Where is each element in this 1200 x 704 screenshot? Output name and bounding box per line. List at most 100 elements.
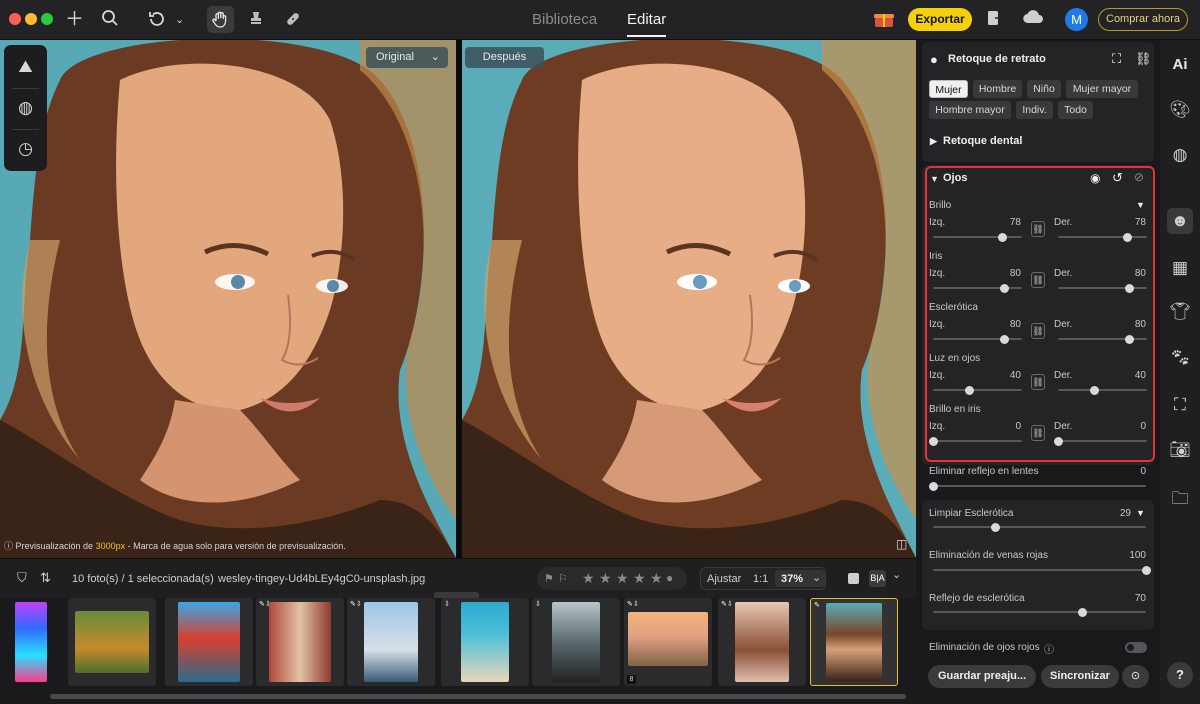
- hand-tool-button[interactable]: [207, 6, 234, 33]
- minimize-window-button[interactable]: [25, 13, 37, 25]
- zoom-value: 37%: [781, 573, 804, 585]
- chip-hombre-mayor[interactable]: Hombre mayor: [929, 101, 1011, 119]
- chevron-down-icon[interactable]: ⌄: [175, 9, 184, 31]
- palette-icon[interactable]: 🎨︎: [1160, 100, 1200, 120]
- glare-label: Eliminar reflejo en lentes: [929, 466, 1039, 477]
- help-circle-icon[interactable]: ⓘ: [1044, 641, 1054, 656]
- link-icon[interactable]: ⛓: [1135, 51, 1152, 67]
- cloud-icon[interactable]: [1022, 9, 1044, 31]
- bandage-icon[interactable]: [283, 9, 303, 35]
- chip-mujer-mayor[interactable]: Mujer mayor: [1066, 80, 1138, 98]
- edited-badge-icon: ✎⇩: [721, 601, 733, 608]
- buy-now-button[interactable]: Comprar ahora: [1098, 8, 1188, 31]
- glare-slider[interactable]: [933, 485, 1146, 487]
- after-label: Después: [465, 47, 544, 68]
- red-veins-value: 100: [1129, 550, 1146, 561]
- view-mode-dropdown[interactable]: Original ⌄: [366, 47, 448, 68]
- before-after-view-icon[interactable]: B|A: [869, 570, 886, 587]
- single-view-icon[interactable]: [848, 573, 859, 584]
- star-3[interactable]: ★: [616, 570, 629, 587]
- export-window-icon[interactable]: [986, 9, 1004, 33]
- texture-icon[interactable]: ◍: [1160, 145, 1200, 165]
- thumbnail-2[interactable]: [68, 598, 156, 686]
- red-eye-toggle[interactable]: [1125, 642, 1147, 653]
- thumbnail-1[interactable]: [0, 598, 48, 686]
- star-1[interactable]: ★: [582, 570, 595, 587]
- thumbnail-9[interactable]: ✎⇩: [718, 598, 806, 686]
- history-clock-icon[interactable]: ◷: [4, 129, 47, 169]
- after-image: Después ◫: [462, 40, 916, 558]
- zoom-window-button[interactable]: [41, 13, 53, 25]
- shirt-icon[interactable]: 👕︎: [1160, 302, 1200, 322]
- sclera-reflection-label: Reflejo de esclerótica: [929, 593, 1025, 604]
- sclera-dropdown-icon[interactable]: ▼: [1136, 508, 1145, 518]
- help-button[interactable]: ?: [1167, 662, 1193, 688]
- portrait-tool-icon[interactable]: ☻: [1167, 208, 1193, 234]
- camera-icon[interactable]: 📷︎: [1160, 440, 1200, 460]
- ai-tools-icon[interactable]: Ai: [1160, 56, 1200, 73]
- sort-icon[interactable]: ⇅: [40, 570, 51, 586]
- dental-section[interactable]: Retoque dental: [943, 135, 1022, 147]
- plus-icon[interactable]: ＋: [65, 9, 84, 31]
- close-window-button[interactable]: [9, 13, 21, 25]
- chip-hombre[interactable]: Hombre: [973, 80, 1022, 98]
- save-preset-button[interactable]: Guardar preaju...: [928, 665, 1036, 688]
- glare-slider-knob[interactable]: [929, 482, 938, 491]
- chevron-down-icon: ⌄: [812, 572, 822, 584]
- gift-icon[interactable]: [873, 9, 895, 35]
- crop-icon[interactable]: ⛶: [1160, 395, 1200, 415]
- star-5[interactable]: ★: [650, 570, 663, 587]
- sclera-clean-knob[interactable]: [990, 523, 1000, 532]
- thumbnail-3[interactable]: [165, 598, 253, 686]
- star-4[interactable]: ★: [633, 570, 646, 587]
- face-detect-icon[interactable]: ⛶: [1112, 51, 1121, 67]
- red-veins-knob[interactable]: [1142, 566, 1151, 575]
- sclera-reflection-slider[interactable]: [933, 611, 1146, 613]
- filter-icon[interactable]: ⛉: [17, 570, 27, 586]
- chip-nino[interactable]: Niño: [1027, 80, 1061, 98]
- reject-flag-icon[interactable]: ⚐: [558, 572, 568, 585]
- color-label-icon[interactable]: ●: [666, 571, 673, 585]
- original-image: Original ⌄: [0, 40, 456, 558]
- export-button[interactable]: Exportar: [908, 8, 972, 31]
- stamp-icon[interactable]: [246, 9, 266, 35]
- landscape-tool-icon[interactable]: ⛰: [4, 47, 47, 87]
- paw-icon[interactable]: 🐾︎: [1160, 348, 1200, 368]
- thumbnail-5[interactable]: ✎⇩: [347, 598, 435, 686]
- chip-indiv[interactable]: Indiv.: [1016, 101, 1053, 119]
- background-tool-icon[interactable]: ▦: [1160, 258, 1200, 278]
- one-to-one-button[interactable]: 1:1: [753, 573, 768, 585]
- tab-edit[interactable]: Editar: [627, 11, 667, 37]
- chip-todo[interactable]: Todo: [1058, 101, 1093, 119]
- thumbnail-4[interactable]: ✎⇩: [256, 598, 344, 686]
- chip-mujer[interactable]: Mujer: [929, 80, 968, 98]
- split-view-icon[interactable]: ◫: [896, 537, 907, 551]
- image-canvas[interactable]: Original ⌄ Después ◫ ⛰ ◍ ◷ ⓘ Previsualiz…: [0, 40, 916, 558]
- filmstrip: ✎⇩ ✎⇩ ⇩ ⇩ ✎⇩ 8 ✎⇩ ✎: [0, 592, 916, 704]
- filmstrip-scrollbar[interactable]: [50, 694, 906, 699]
- red-eye-label: Eliminación de ojos rojos: [929, 642, 1040, 653]
- sync-settings-icon[interactable]: ⊙: [1122, 665, 1149, 688]
- search-icon[interactable]: [101, 9, 119, 33]
- chevron-down-icon[interactable]: ⌄: [892, 568, 901, 581]
- folder-search-icon[interactable]: 🗀: [1160, 486, 1200, 515]
- original-label: Original: [376, 51, 414, 63]
- thumbnail-8[interactable]: ✎⇩ 8: [624, 598, 712, 686]
- sync-button[interactable]: Sincronizar: [1041, 665, 1119, 688]
- tab-library[interactable]: Biblioteca: [532, 11, 597, 28]
- sclera-clean-value: 29: [1119, 508, 1131, 519]
- star-2[interactable]: ★: [599, 570, 612, 587]
- thumbnail-7[interactable]: ⇩: [532, 598, 620, 686]
- filmstrip-collapse-handle[interactable]: [434, 592, 479, 598]
- red-veins-slider[interactable]: [933, 569, 1146, 571]
- expand-caret-icon[interactable]: ▶: [930, 136, 937, 147]
- thumbnail-10-selected[interactable]: ✎: [810, 598, 898, 686]
- texture-tool-icon[interactable]: ◍: [4, 88, 47, 128]
- hand-icon: [212, 11, 227, 28]
- avatar[interactable]: M: [1065, 8, 1088, 31]
- undo-icon[interactable]: [147, 9, 167, 35]
- fit-button[interactable]: Ajustar: [707, 573, 741, 585]
- sclera-clean-slider[interactable]: [933, 526, 1146, 528]
- thumbnail-6[interactable]: ⇩: [441, 598, 529, 686]
- flag-icon[interactable]: ⚑: [544, 572, 554, 585]
